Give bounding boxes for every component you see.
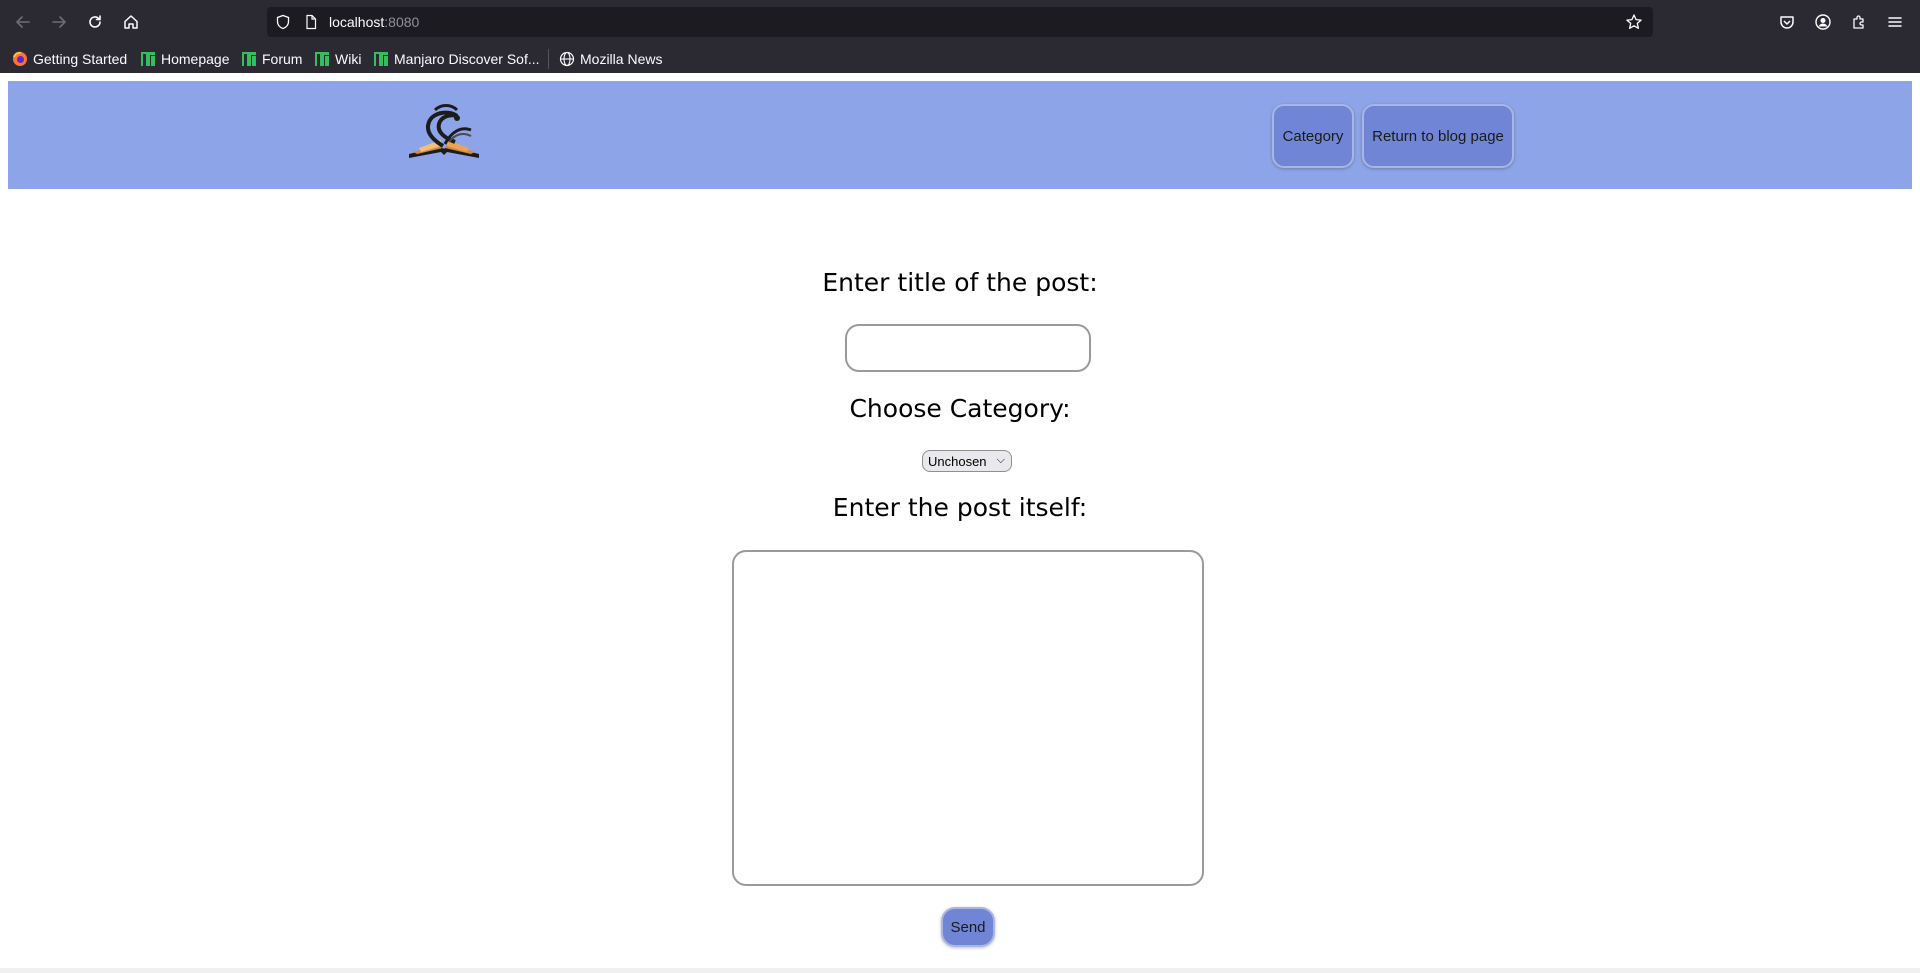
bookmark-label: Wiki	[335, 51, 362, 67]
bookmarks-separator	[548, 49, 549, 69]
firefox-icon	[13, 51, 27, 66]
manjaro-icon	[141, 52, 155, 66]
bookmarks-bar: Getting Started Homepage Forum Wiki Manj…	[0, 44, 1920, 73]
globe-icon	[559, 51, 575, 67]
bookmark-getting-started[interactable]: Getting Started	[12, 49, 127, 69]
bookmark-manjaro-discover[interactable]: Manjaro Discover Sof...	[373, 49, 540, 69]
bookmark-wiki[interactable]: Wiki	[314, 49, 361, 69]
manjaro-icon	[374, 52, 388, 66]
bookmark-forum[interactable]: Forum	[241, 49, 302, 69]
title-label: Enter title of the post:	[822, 268, 1098, 297]
home-button[interactable]	[120, 11, 142, 33]
shield-icon	[276, 14, 290, 30]
puzzle-icon	[1853, 15, 1864, 29]
account-button[interactable]	[1812, 11, 1834, 33]
post-label: Enter the post itself:	[832, 493, 1088, 522]
home-icon	[124, 15, 138, 29]
page-bottom-edge	[0, 968, 1920, 973]
url-host: localhost	[329, 14, 385, 30]
bookmark-label: Getting Started	[33, 51, 128, 67]
category-button[interactable]: Category	[1272, 104, 1354, 168]
reload-icon	[89, 15, 101, 28]
pocket-button[interactable]	[1776, 11, 1798, 33]
url-bar[interactable]: localhost:8080	[267, 7, 1653, 37]
bookmark-label: Homepage	[161, 51, 230, 67]
category-label: Choose Category:	[849, 394, 1071, 423]
pocket-icon	[1780, 16, 1794, 29]
page-viewport: Category Return to blog page Enter title…	[0, 73, 1920, 973]
star-icon[interactable]	[1625, 13, 1643, 31]
arrow-left-icon	[15, 16, 30, 28]
arrow-right-icon	[52, 16, 67, 28]
bookmark-label: Forum	[262, 51, 303, 67]
forward-button[interactable]	[48, 11, 70, 33]
page-icon	[306, 14, 317, 30]
account-icon	[1815, 14, 1831, 30]
bookmark-mozilla-news[interactable]: Mozilla News	[559, 49, 662, 69]
return-to-blog-button[interactable]: Return to blog page	[1362, 104, 1514, 168]
menu-button[interactable]	[1884, 11, 1906, 33]
url-port: :8080	[384, 14, 420, 30]
post-textarea[interactable]	[732, 550, 1204, 886]
browser-toolbar: localhost:8080	[0, 0, 1920, 44]
url-text: localhost:8080	[329, 14, 419, 30]
back-button[interactable]	[12, 11, 34, 33]
manjaro-icon	[315, 52, 329, 66]
bookmark-label: Mozilla News	[580, 51, 663, 67]
site-header: Category Return to blog page	[8, 81, 1912, 189]
extensions-button[interactable]	[1848, 11, 1870, 33]
bookmark-label: Manjaro Discover Sof...	[394, 51, 540, 67]
category-selected-value: Unchosen	[928, 453, 987, 469]
title-input[interactable]	[845, 324, 1091, 372]
send-button[interactable]: Send	[941, 907, 995, 947]
bookmark-homepage[interactable]: Homepage	[140, 49, 230, 69]
manjaro-icon	[242, 52, 256, 66]
hamburger-icon	[1888, 17, 1902, 27]
chevron-down-icon: ⌵	[996, 454, 1005, 466]
category-select[interactable]: Unchosen ⌵	[922, 450, 1012, 472]
browser-chrome: localhost:8080 Getting Started Homepage …	[0, 0, 1920, 73]
book-logo-icon[interactable]	[405, 102, 483, 166]
reload-button[interactable]	[84, 11, 106, 33]
